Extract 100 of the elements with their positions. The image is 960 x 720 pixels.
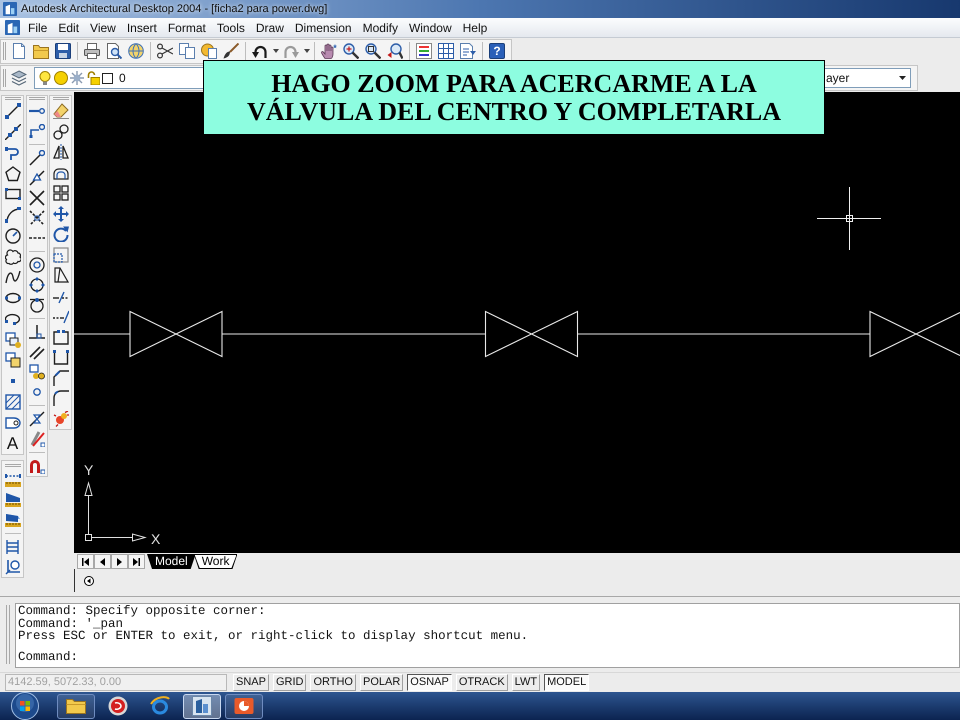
start-orb-icon[interactable] bbox=[11, 692, 39, 720]
ladder-icon[interactable] bbox=[4, 538, 20, 555]
perpendicular-icon[interactable] bbox=[29, 324, 45, 340]
menu-item[interactable]: File bbox=[28, 20, 48, 36]
four-squares-icon[interactable] bbox=[52, 185, 68, 202]
circle-diamonds-icon[interactable] bbox=[29, 277, 45, 293]
hourglass-line-icon[interactable] bbox=[29, 411, 45, 427]
skip-first-icon[interactable] bbox=[82, 558, 89, 566]
caret-icon[interactable] bbox=[304, 49, 310, 53]
menu-item[interactable]: Insert bbox=[126, 20, 157, 36]
app-icon[interactable] bbox=[3, 2, 17, 16]
app-icon[interactable] bbox=[5, 20, 20, 35]
cloud-icon[interactable] bbox=[4, 248, 20, 265]
dashed-line-icon[interactable] bbox=[29, 236, 45, 240]
hand-icon[interactable] bbox=[321, 43, 337, 59]
pie-slide-icon[interactable] bbox=[234, 696, 254, 716]
concentric-circle-icon[interactable] bbox=[29, 257, 45, 273]
lightbulb-icon[interactable] bbox=[38, 71, 52, 85]
taskbar-button[interactable] bbox=[225, 694, 263, 718]
menu-item[interactable]: Modify bbox=[362, 20, 398, 36]
arc-icon[interactable] bbox=[4, 207, 20, 224]
print-preview-icon[interactable] bbox=[106, 43, 122, 59]
small-circle-icon[interactable] bbox=[33, 388, 41, 396]
triangle-left-icon[interactable] bbox=[100, 558, 105, 566]
bracket-icon[interactable] bbox=[52, 349, 68, 366]
caret-icon[interactable] bbox=[899, 76, 906, 80]
copy-icon[interactable] bbox=[179, 43, 195, 59]
circle-icon[interactable] bbox=[4, 228, 20, 244]
property-dropdown[interactable]: ayer bbox=[825, 68, 911, 88]
redo-icon[interactable] bbox=[283, 43, 299, 59]
status-toggle[interactable]: OSNAP bbox=[407, 674, 452, 691]
magnet-icon[interactable] bbox=[29, 458, 45, 474]
axis-circle-icon[interactable] bbox=[4, 558, 20, 575]
open-rectangle-icon[interactable] bbox=[52, 328, 68, 345]
menu-item[interactable]: Help bbox=[462, 20, 488, 36]
line-circle-end-icon[interactable] bbox=[29, 150, 45, 166]
dimension-ruler-icon[interactable] bbox=[4, 472, 20, 488]
padlock-icon[interactable] bbox=[86, 71, 100, 85]
polyline-icon[interactable] bbox=[4, 144, 20, 161]
layers-icon[interactable] bbox=[11, 70, 27, 86]
snowflake-icon[interactable] bbox=[70, 71, 84, 85]
help-button[interactable]: ? bbox=[489, 43, 505, 59]
layout-tab[interactable]: Work bbox=[194, 554, 238, 569]
menu-item[interactable]: Format bbox=[168, 20, 206, 36]
rounded-tab-icon[interactable] bbox=[4, 414, 20, 431]
rotate-icon[interactable] bbox=[52, 226, 68, 242]
first-layout-button[interactable] bbox=[77, 554, 94, 569]
globe-icon[interactable] bbox=[128, 43, 144, 59]
corner-point-icon[interactable] bbox=[29, 124, 45, 138]
folder-icon[interactable] bbox=[66, 696, 86, 716]
status-toggle[interactable]: GRID bbox=[272, 674, 306, 691]
overlapping-squares-icon[interactable] bbox=[4, 352, 20, 368]
menu-item[interactable]: View bbox=[90, 20, 116, 36]
previous-layout-button[interactable] bbox=[94, 554, 111, 569]
next-layout-button[interactable] bbox=[111, 554, 128, 569]
skip-last-icon[interactable] bbox=[133, 558, 140, 566]
scale-icon[interactable] bbox=[52, 246, 68, 263]
squares-dot-icon[interactable] bbox=[4, 332, 20, 348]
sun-icon[interactable] bbox=[54, 71, 68, 85]
eraser-icon[interactable] bbox=[52, 103, 68, 120]
two-circles-icon[interactable] bbox=[52, 124, 68, 140]
menu-item[interactable]: Window bbox=[408, 20, 452, 36]
line-triangle-icon[interactable] bbox=[29, 170, 45, 186]
parallel-lines-icon[interactable] bbox=[29, 344, 45, 360]
caret-icon[interactable] bbox=[272, 49, 278, 53]
layout-tab[interactable]: Model bbox=[147, 554, 196, 569]
line-icon[interactable] bbox=[4, 103, 20, 120]
taskbar-button[interactable] bbox=[57, 694, 95, 718]
scissors-icon[interactable] bbox=[157, 43, 173, 59]
zoom-window-icon[interactable] bbox=[365, 43, 381, 59]
zoom-previous-icon[interactable] bbox=[387, 43, 403, 59]
move-icon[interactable] bbox=[52, 206, 68, 222]
menu-item[interactable]: Edit bbox=[58, 20, 80, 36]
ring-swoosh-icon[interactable] bbox=[150, 696, 170, 716]
trapezoid-icon[interactable] bbox=[52, 267, 68, 284]
last-layout-button[interactable] bbox=[128, 554, 145, 569]
point-icon[interactable] bbox=[10, 379, 14, 384]
color-swatch-icon[interactable] bbox=[102, 72, 113, 84]
folder-icon[interactable] bbox=[33, 43, 49, 59]
status-toggle[interactable]: MODEL bbox=[544, 674, 590, 691]
mirror-icon[interactable] bbox=[52, 144, 68, 160]
paintbrush-icon[interactable] bbox=[223, 43, 239, 59]
burst-icon[interactable] bbox=[52, 410, 68, 427]
menu-item[interactable]: Tools bbox=[216, 20, 245, 36]
dashed-line-slash-icon[interactable] bbox=[52, 308, 68, 324]
dashed-cross-icon[interactable] bbox=[29, 210, 45, 226]
construction-line-icon[interactable] bbox=[4, 124, 20, 140]
printer-icon[interactable] bbox=[84, 43, 100, 59]
rectangle-icon[interactable] bbox=[4, 186, 20, 202]
menu-item[interactable]: Dimension bbox=[294, 20, 352, 36]
undo-icon[interactable] bbox=[252, 43, 268, 59]
status-toggle[interactable]: POLAR bbox=[360, 674, 404, 691]
beveled-corner-icon[interactable] bbox=[52, 370, 68, 386]
status-toggle[interactable]: OTRACK bbox=[456, 674, 508, 691]
wedge-ruler-icon[interactable] bbox=[4, 492, 20, 508]
triangle-right-icon[interactable] bbox=[117, 558, 122, 566]
swirl-logo-icon[interactable] bbox=[108, 696, 128, 716]
slash-icon[interactable] bbox=[29, 431, 45, 447]
pentagon-icon[interactable] bbox=[4, 166, 20, 182]
pages-icon[interactable] bbox=[460, 43, 476, 59]
